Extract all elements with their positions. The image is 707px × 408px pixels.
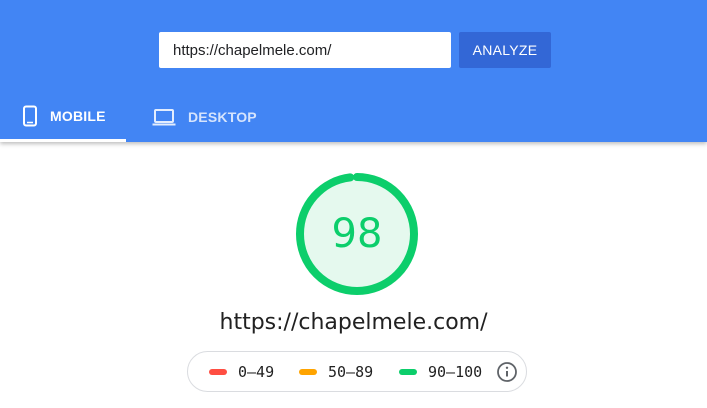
tab-mobile[interactable]: MOBILE <box>0 92 126 142</box>
legend-item-average: 50–89 <box>299 352 373 391</box>
tab-desktop-label: DESKTOP <box>188 109 257 125</box>
tab-desktop[interactable]: DESKTOP <box>126 92 266 142</box>
legend-swatch-fail <box>209 368 227 375</box>
legend-label-fail: 0–49 <box>238 362 275 381</box>
url-input[interactable] <box>159 32 451 68</box>
analyze-button[interactable]: ANALYZE <box>459 32 551 68</box>
legend-swatch-pass <box>399 368 417 375</box>
performance-score: 98 <box>331 211 383 257</box>
report-url: https://chapelmele.com/ <box>219 310 488 335</box>
info-icon[interactable] <box>496 361 518 383</box>
phone-icon <box>22 105 38 127</box>
legend-label-pass: 90–100 <box>428 362 483 381</box>
legend-item-fail: 0–49 <box>209 352 274 391</box>
legend-item-pass: 90–100 <box>399 352 482 391</box>
tab-mobile-label: MOBILE <box>50 107 106 124</box>
laptop-icon <box>152 108 176 126</box>
legend-label-average: 50–89 <box>328 362 374 381</box>
score-legend: 0–49 50–89 90–100 <box>187 351 527 392</box>
legend-swatch-average <box>299 368 317 375</box>
header-bar: ANALYZE MOBILE DESKTOP <box>0 0 707 142</box>
